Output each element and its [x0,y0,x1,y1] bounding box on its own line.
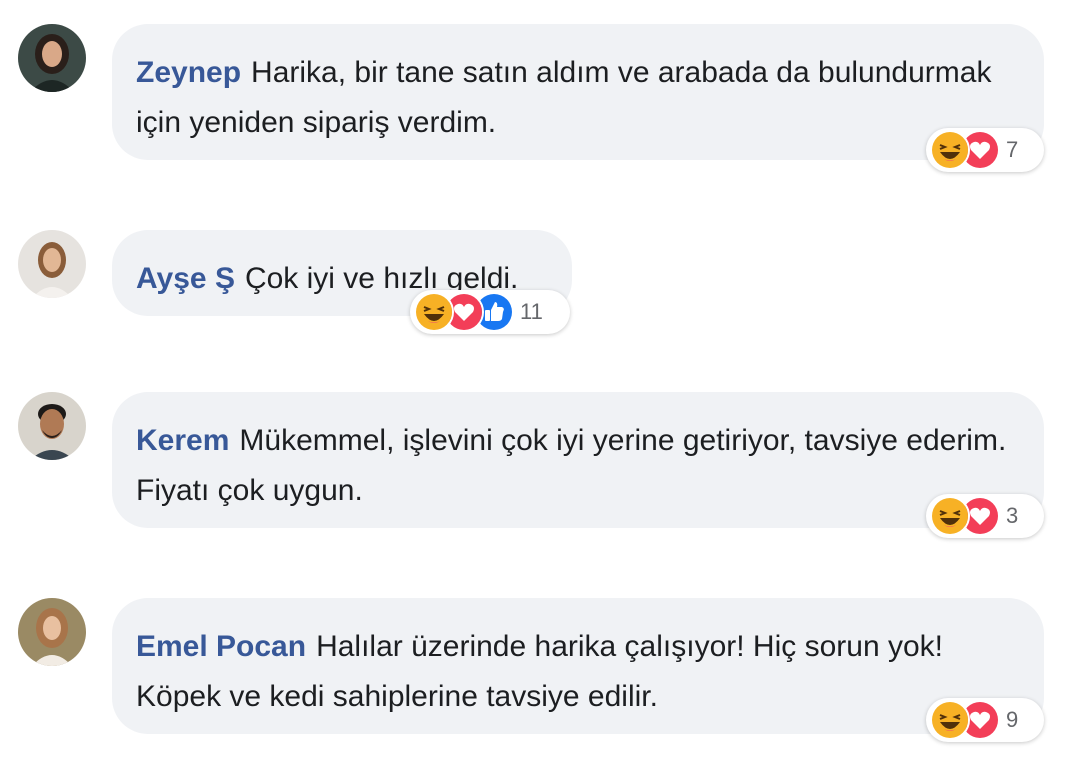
comment-bubble: Emel Pocan Halılar üzerinde harika çalışı… [112,598,1044,734]
reaction-count: 3 [1006,503,1019,528]
reaction-summary[interactable]: 11 [410,290,570,334]
haha-icon [930,130,970,170]
avatar[interactable] [18,392,86,460]
avatar[interactable] [18,230,86,298]
comment-text: Mükemmel, işlevini çok iyi yerine getiri… [136,424,1007,507]
comment-author[interactable]: Kerem [136,424,229,457]
haha-icon [930,700,970,740]
haha-icon [930,496,970,536]
comment-author[interactable]: Emel Pocan [136,630,306,663]
reaction-count: 11 [520,299,543,324]
reaction-summary[interactable]: 7 [926,128,1044,172]
avatar[interactable] [18,598,86,666]
reaction-count: 7 [1006,137,1019,162]
reaction-count: 9 [1006,707,1019,732]
avatar[interactable] [18,24,86,92]
comment-text: Harika, bir tane satın aldım ve arabada … [136,56,992,139]
comment-bubble: Zeynep Harika, bir tane satın aldım ve ar… [112,24,1044,160]
comment-author[interactable]: Zeynep [136,56,241,89]
reaction-summary[interactable]: 3 [926,494,1044,538]
comment-bubble: Kerem Mükemmel, işlevini çok iyi yerine g… [112,392,1044,528]
haha-icon [414,292,454,332]
reaction-summary[interactable]: 9 [926,698,1044,742]
comment-author[interactable]: Ayşe Ş [136,262,235,295]
